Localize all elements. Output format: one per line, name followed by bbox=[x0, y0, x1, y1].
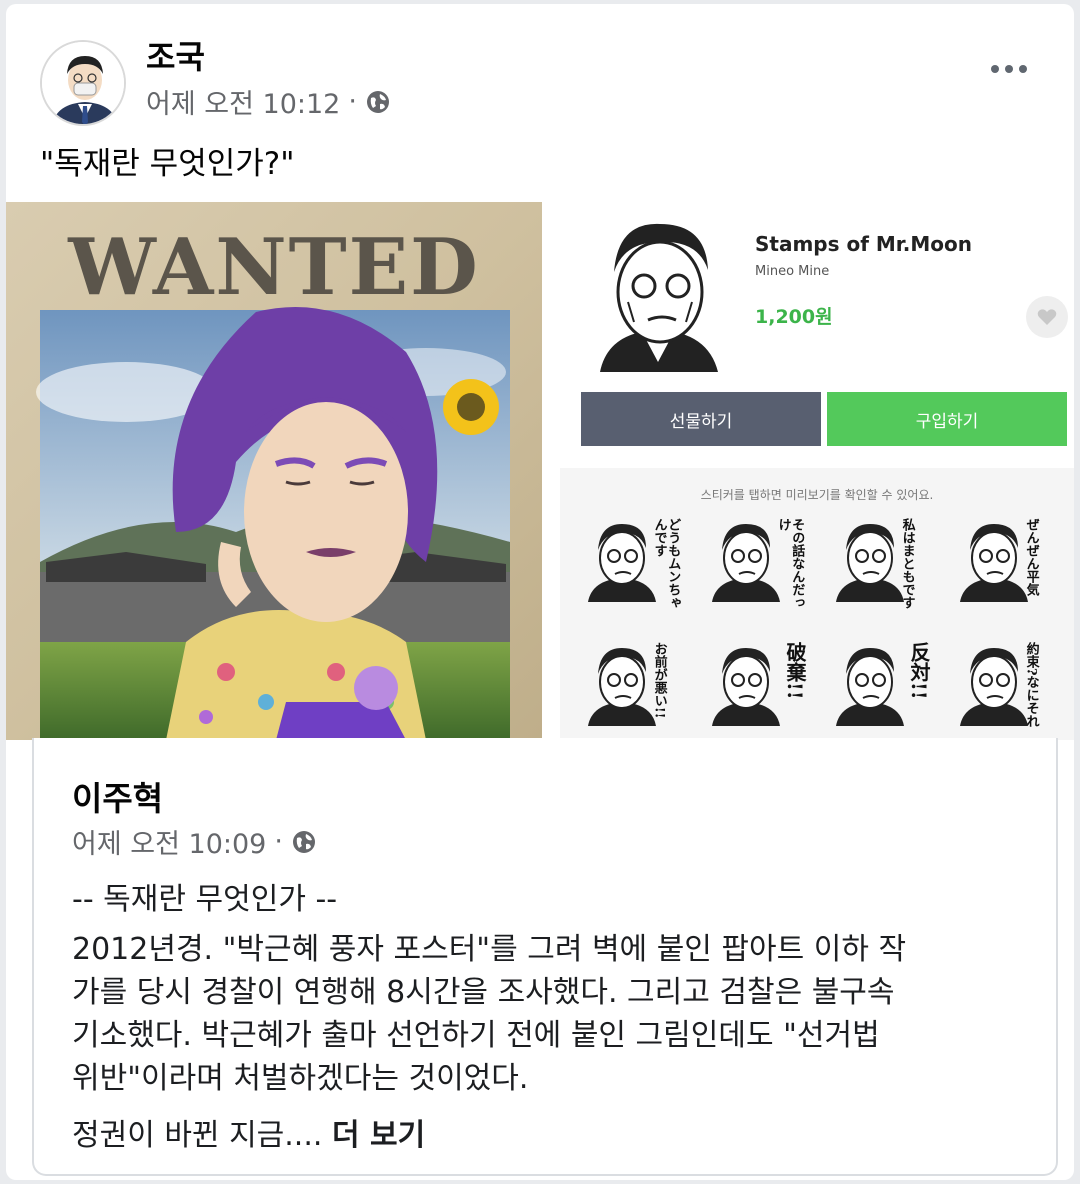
post-author-name[interactable]: 조국 bbox=[146, 32, 205, 78]
sticker-item[interactable]: 約束?なにそれ bbox=[954, 640, 1066, 736]
sticker-cover-image bbox=[578, 212, 738, 372]
post-header: 조국 어제 오전 10:12 · "독재란 무엇인가?" bbox=[6, 4, 1074, 204]
sticker-author[interactable]: Mineo Mine bbox=[755, 264, 829, 279]
globe-icon[interactable] bbox=[365, 89, 391, 115]
avatar[interactable] bbox=[40, 40, 126, 126]
sticker-item[interactable]: 私はまともです bbox=[830, 516, 942, 612]
facebook-post: 조국 어제 오전 10:12 · "독재란 무엇인가?" WANTED Stam… bbox=[6, 4, 1074, 1180]
sticker-caption: その話なんだっけ bbox=[775, 518, 805, 609]
poster-headline: WANTED bbox=[67, 222, 480, 313]
sticker-caption: お前が悪い!! bbox=[651, 642, 667, 719]
sticker-caption: 約束?なにそれ bbox=[1023, 642, 1039, 728]
sticker-price: 1,200원 bbox=[755, 306, 833, 328]
body-line: 위반"이라며 처벌하겠다는 것이었다. bbox=[72, 1061, 529, 1096]
shared-timestamp[interactable]: 어제 오전 10:09 bbox=[72, 822, 266, 861]
sticker-item[interactable]: 破棄!! bbox=[706, 640, 818, 736]
sticker-shop-panel: Stamps of Mr.Moon Mineo Mine 1,200원 선물하기… bbox=[550, 202, 1074, 740]
body-line: 2012년경. "박근혜 풍자 포스터"를 그려 벽에 붙인 팝아트 이하 작 bbox=[72, 932, 907, 967]
shared-meta: 어제 오전 10:09 · bbox=[72, 822, 317, 861]
meta-separator: · bbox=[274, 826, 283, 857]
shared-body: 2012년경. "박근혜 풍자 포스터"를 그려 벽에 붙인 팝아트 이하 작 … bbox=[72, 928, 1032, 1100]
sticker-item[interactable]: その話なんだっけ bbox=[706, 516, 818, 612]
sticker-caption: どうもムンちゃんです bbox=[651, 518, 681, 609]
more-dot-icon bbox=[1005, 65, 1013, 73]
sticker-preview-grid: 스티커를 탭하면 미리보기를 확인할 수 있어요. どうもムンちゃんです その話な… bbox=[560, 468, 1074, 740]
shared-media[interactable]: WANTED Stamps of Mr.Moon Mineo Mine 1,20… bbox=[6, 202, 1074, 740]
buy-button[interactable]: 구입하기 bbox=[827, 392, 1067, 446]
more-dot-icon bbox=[991, 65, 999, 73]
sticker-caption: 破棄!! bbox=[783, 642, 807, 700]
heart-icon bbox=[1037, 309, 1057, 325]
gift-button[interactable]: 선물하기 bbox=[581, 392, 821, 446]
see-more-link[interactable]: 더 보기 bbox=[332, 1118, 425, 1153]
sticker-caption: 私はまともです bbox=[899, 518, 915, 609]
sticker-item[interactable]: どうもムンちゃんです bbox=[582, 516, 694, 612]
favorite-button[interactable] bbox=[1026, 296, 1068, 338]
sticker-item[interactable]: 反対!! bbox=[830, 640, 942, 736]
globe-icon[interactable] bbox=[291, 829, 317, 855]
truncated-text: 정권이 바뀐 지금.... bbox=[72, 1118, 323, 1153]
body-line: 기소했다. 박근혜가 출마 선언하기 전에 붙인 그림인데도 "선거법 bbox=[72, 1018, 880, 1053]
avatar-portrait bbox=[42, 42, 124, 124]
more-dot-icon bbox=[1019, 65, 1027, 73]
sticker-caption: ぜんぜん平気 bbox=[1023, 518, 1039, 596]
preview-hint: 스티커를 탭하면 미리보기를 확인할 수 있어요. bbox=[700, 488, 934, 502]
sticker-title: Stamps of Mr.Moon bbox=[755, 232, 973, 256]
truncated-line: 정권이 바뀐 지금.... 더 보기 bbox=[72, 1110, 425, 1154]
sticker-item[interactable]: ぜんぜん平気 bbox=[954, 516, 1066, 612]
shared-title: -- 독재란 무엇인가 -- bbox=[72, 882, 338, 917]
post-caption: "독재란 무엇인가?" bbox=[40, 146, 295, 182]
shared-author-name[interactable]: 이주혁 bbox=[72, 772, 163, 820]
more-options-button[interactable] bbox=[984, 54, 1034, 84]
post-timestamp[interactable]: 어제 오전 10:12 bbox=[146, 82, 340, 121]
sticker-caption: 反対!! bbox=[907, 642, 931, 700]
post-meta: 어제 오전 10:12 · bbox=[146, 82, 391, 121]
wanted-poster-image: WANTED bbox=[6, 202, 542, 740]
body-line: 가를 당시 경찰이 연행해 8시간을 조사했다. 그리고 검찰은 불구속 bbox=[72, 975, 895, 1010]
shared-post[interactable]: 이주혁 어제 오전 10:09 · -- 독재란 무엇인가 -- 2012년경.… bbox=[32, 738, 1058, 1176]
meta-separator: · bbox=[348, 86, 357, 117]
sticker-item[interactable]: お前が悪い!! bbox=[582, 640, 694, 736]
